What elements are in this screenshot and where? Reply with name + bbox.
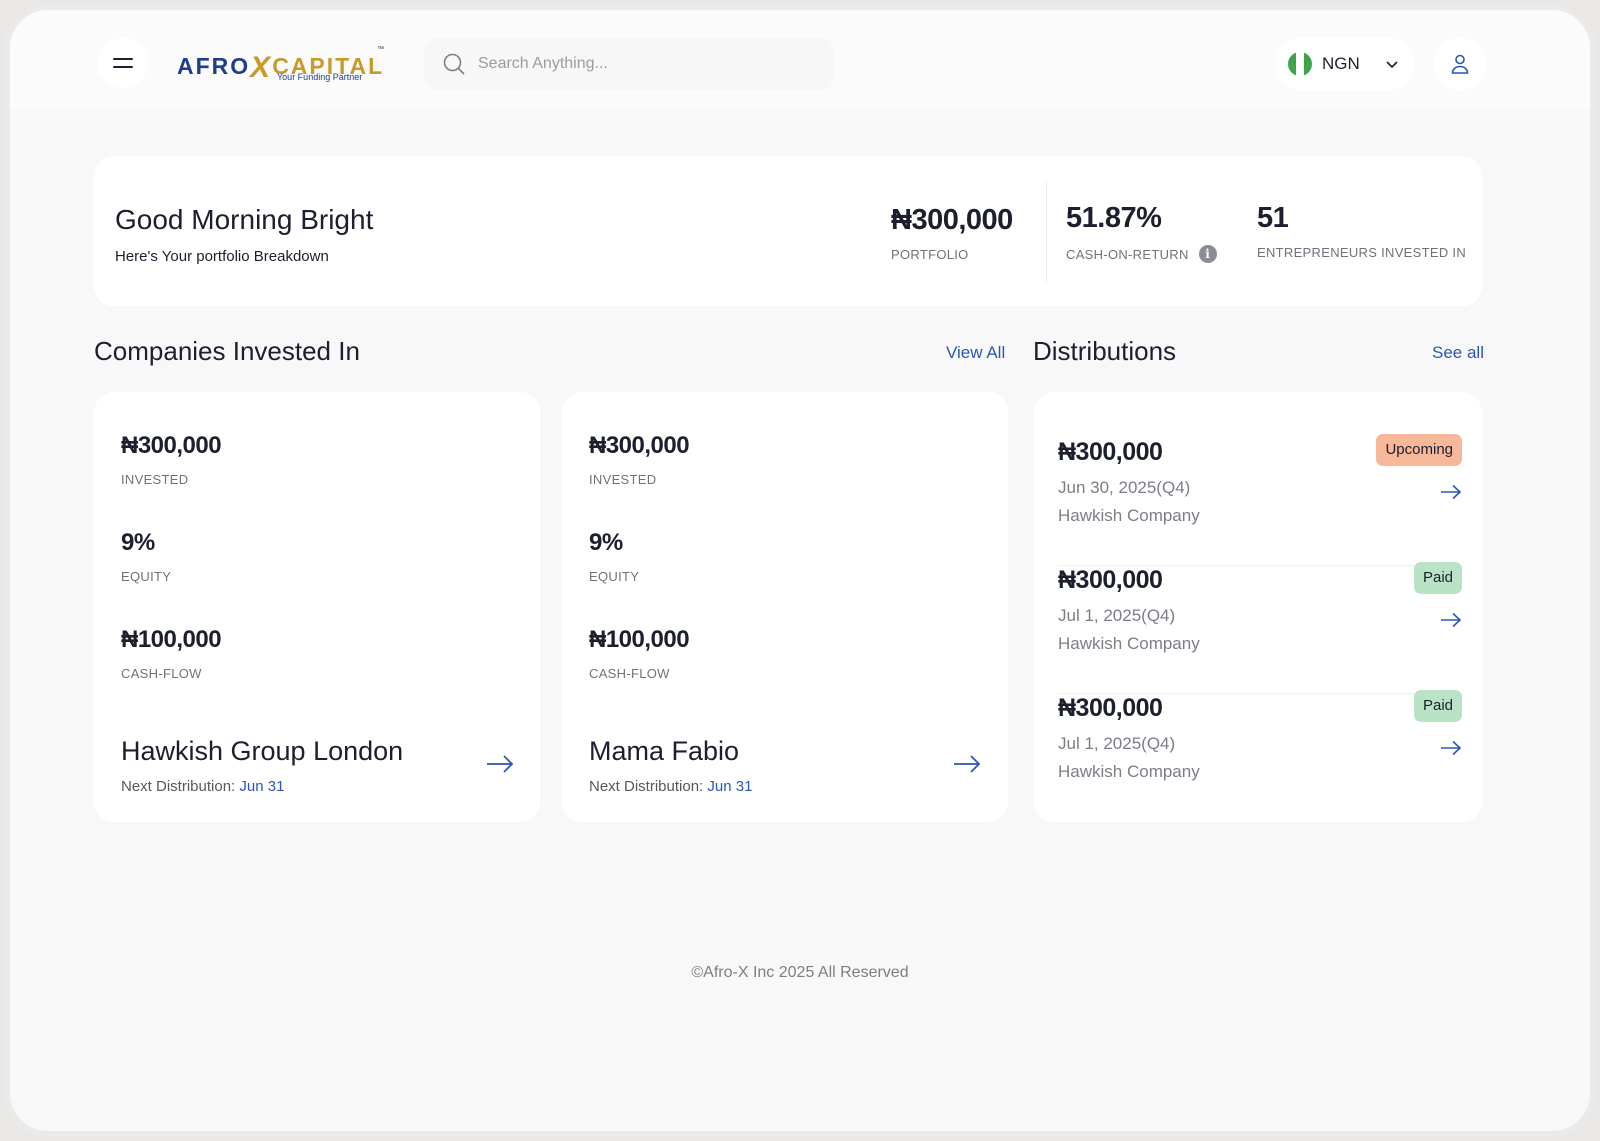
equity-value: 9% (589, 529, 623, 556)
user-icon (1451, 54, 1469, 74)
logo-tagline: Your Funding Partner (277, 72, 363, 82)
distribution-date: Jul 1, 2025(Q4) (1058, 606, 1176, 625)
view-all-companies-link[interactable]: View All (946, 343, 1005, 363)
search-bar[interactable] (424, 38, 834, 90)
company-card[interactable]: ₦300,000 INVESTED 9% EQUITY ₦100,000 CAS… (94, 392, 540, 822)
cash-on-return-label: CASH-ON-RETURN i (1066, 245, 1217, 263)
invested-label: INVESTED (589, 472, 657, 487)
distribution-item[interactable]: ₦300,000 Jul 1, 2025(Q4) Hawkish Company… (1058, 562, 1462, 694)
portfolio-stat: ₦300,000 PORTFOLIO (891, 204, 1013, 262)
equity-value: 9% (121, 529, 155, 556)
distribution-company: Hawkish Company (1058, 762, 1200, 781)
see-all-distributions-link[interactable]: See all (1432, 343, 1484, 363)
equity-label: EQUITY (121, 569, 172, 584)
profile-button[interactable] (1434, 38, 1486, 90)
arrow-right-icon[interactable] (953, 754, 981, 774)
hamburger-icon (113, 58, 133, 68)
footer-copyright: ©Afro-X Inc 2025 All Reserved (691, 964, 909, 981)
arrow-right-icon[interactable] (1440, 484, 1462, 500)
cash-flow-label: CASH-FLOW (121, 666, 202, 681)
portfolio-summary-card: Good Morning Bright Here's Your portfoli… (94, 156, 1482, 306)
entrepreneurs-stat: 51 ENTREPRENEURS INVESTED IN (1257, 202, 1466, 260)
info-icon[interactable]: i (1198, 245, 1217, 263)
distribution-amount: ₦300,000 (1058, 694, 1163, 722)
distribution-company: Hawkish Company (1058, 634, 1200, 653)
next-distribution: Next Distribution: Jun 31 (121, 778, 284, 795)
invested-value: ₦300,000 (589, 432, 690, 459)
arrow-right-icon[interactable] (1440, 612, 1462, 628)
search-input[interactable] (478, 55, 798, 73)
nigeria-flag-icon (1288, 52, 1312, 76)
invested-metric: ₦300,000 INVESTED (589, 432, 690, 487)
next-distribution-label: Next Distribution: (589, 778, 708, 795)
greeting-subtitle: Here's Your portfolio Breakdown (115, 248, 329, 265)
entrepreneurs-label: ENTREPRENEURS INVESTED IN (1257, 245, 1467, 260)
equity-label: EQUITY (589, 569, 640, 584)
menu-button[interactable] (98, 38, 148, 88)
distribution-item[interactable]: ₦300,000 Jun 30, 2025(Q4) Hawkish Compan… (1058, 434, 1462, 566)
companies-section-title: Companies Invested In (94, 336, 360, 366)
distribution-amount: ₦300,000 (1058, 438, 1163, 466)
distributions-card: ₦300,000 Jun 30, 2025(Q4) Hawkish Compan… (1034, 392, 1482, 822)
top-bar: AFROXCAPITAL ™ Your Funding Partner NGN (10, 10, 1590, 110)
cash-flow-label: CASH-FLOW (589, 666, 670, 681)
cash-flow-metric: ₦100,000 CASH-FLOW (589, 626, 690, 681)
arrow-right-icon[interactable] (486, 754, 514, 774)
status-badge: Paid (1413, 562, 1462, 594)
invested-metric: ₦300,000 INVESTED (121, 432, 222, 487)
distribution-date: Jun 30, 2025(Q4) (1058, 478, 1191, 497)
currency-code: NGN (1322, 54, 1360, 73)
greeting-title: Good Morning Bright (115, 204, 374, 235)
entrepreneurs-value: 51 (1257, 202, 1289, 234)
chevron-down-icon (1386, 61, 1398, 69)
cash-on-return-value: 51.87% (1066, 202, 1162, 234)
portfolio-value: ₦300,000 (891, 204, 1013, 236)
currency-selector[interactable]: NGN (1276, 38, 1414, 90)
cash-on-return-stat: 51.87% CASH-ON-RETURN i (1066, 202, 1217, 263)
equity-metric: 9% EQUITY (121, 529, 171, 584)
logo-trademark: ™ (377, 46, 384, 53)
next-distribution-date: Jun 31 (239, 778, 285, 795)
logo-afro-text: AFRO (177, 53, 251, 79)
cash-flow-value: ₦100,000 (589, 626, 690, 653)
distribution-item[interactable]: ₦300,000 Jul 1, 2025(Q4) Hawkish Company… (1058, 690, 1462, 822)
arrow-right-icon[interactable] (1440, 740, 1462, 756)
cash-flow-value: ₦100,000 (121, 626, 222, 653)
logo-x-mark: X (250, 51, 273, 84)
company-card[interactable]: ₦300,000 INVESTED 9% EQUITY ₦100,000 CAS… (562, 392, 1008, 822)
company-name: Hawkish Group London (121, 736, 404, 766)
stat-divider (1046, 182, 1047, 282)
company-name: Mama Fabio (589, 736, 740, 766)
search-icon (443, 53, 465, 75)
status-badge: Paid (1413, 690, 1462, 722)
distribution-company: Hawkish Company (1058, 506, 1200, 525)
afrox-capital-logo[interactable]: AFROXCAPITAL ™ Your Funding Partner (177, 46, 387, 88)
distribution-amount: ₦300,000 (1058, 566, 1163, 594)
distribution-date: Jul 1, 2025(Q4) (1058, 734, 1176, 753)
equity-metric: 9% EQUITY (589, 529, 639, 584)
app-window: AFROXCAPITAL ™ Your Funding Partner NGN … (4, 4, 1596, 1137)
next-distribution: Next Distribution: Jun 31 (589, 778, 752, 795)
status-badge: Upcoming (1376, 434, 1462, 466)
distributions-section-title: Distributions (1033, 336, 1177, 366)
next-distribution-date: Jun 31 (707, 778, 753, 795)
next-distribution-label: Next Distribution: (121, 778, 240, 795)
portfolio-label: PORTFOLIO (891, 247, 969, 262)
invested-value: ₦300,000 (121, 432, 222, 459)
invested-label: INVESTED (121, 472, 189, 487)
cash-flow-metric: ₦100,000 CASH-FLOW (121, 626, 222, 681)
